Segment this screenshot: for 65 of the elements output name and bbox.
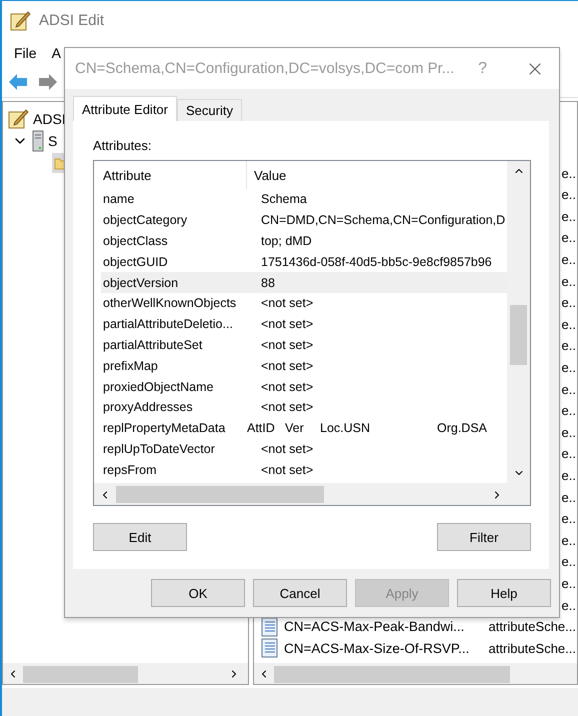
object-type: e.. [562,252,577,268]
edit-button[interactable]: Edit [93,523,187,551]
back-arrow-icon[interactable] [8,72,28,90]
forward-arrow-icon[interactable] [38,72,58,90]
attribute-row[interactable]: objectCategory CN=DMD,CN=Schema,CN=Configuration,D [101,210,507,231]
object-type: attributeSche... [488,640,577,656]
attribute-row[interactable]: name Schema [101,189,507,210]
object-type: e.. [562,554,577,570]
object-type: e.. [562,403,577,418]
object-type: attributeSche... [488,619,577,634]
scrollbar-thumb[interactable] [23,666,138,682]
scrollbar-thumb[interactable] [116,486,324,503]
object-type: e.. [562,468,577,483]
dialog-button[interactable]: OK [151,579,245,607]
column-header[interactable]: Value [247,161,507,189]
object-type: e.. [562,446,577,462]
object-type: e.. [562,187,577,202]
tab[interactable]: Security [177,99,242,121]
attribute-row[interactable]: objectGUID 1751436d-058f-40d5-bb5c-9e8cf9857b96 [101,251,507,272]
menu-item[interactable]: File [14,45,37,61]
object-type: e.. [562,230,577,246]
object-type: e.. [562,274,577,289]
object-type: e.. [562,511,577,526]
window-title: ADSI Edit [39,12,104,29]
tree-item[interactable]: S [48,133,58,149]
object-type: e.. [562,576,577,591]
object-type: e.. [562,532,577,548]
object-type: e.. [562,424,577,440]
attribute-row[interactable]: prefixMap <not set> [101,355,507,376]
object-type: e.. [562,382,577,397]
object-type: e.. [562,338,577,354]
attributes-label: Attributes: [93,138,153,155]
attribute-row[interactable]: partialAttributeSet <not set> [101,334,507,356]
object-type: e.. [562,360,577,375]
tab[interactable]: Attribute Editor [73,96,177,121]
object-name[interactable]: CN=ACS-Max-Peak-Bandwi... [284,619,484,634]
scrollbar-thumb[interactable] [510,305,527,365]
document-icon [260,638,278,658]
app-icon [9,10,31,32]
object-type: e.. [562,208,577,224]
dialog-button[interactable]: Cancel [253,579,347,607]
dialog-title: CN=Schema,CN=Configuration,DC=volsys,DC=com Pr... [75,60,456,77]
dialog-button[interactable]: Help [457,579,551,607]
object-type: e.. [562,166,577,181]
object-type: e.. [562,490,577,505]
filter-button[interactable]: Filter [437,523,531,551]
menu-item[interactable]: A [52,45,61,61]
attribute-row[interactable]: objectVersion 88 [101,272,507,293]
notepad-icon [7,108,29,130]
attribute-row[interactable]: repsFrom <not set> [101,459,507,480]
attribute-row[interactable]: proxiedObjectName <not set> [101,376,507,397]
attribute-row[interactable]: otherWellKnownObjects <not set> [101,292,507,314]
server-icon [32,130,44,152]
attribute-row[interactable]: proxyAddresses <not set> [101,396,507,418]
attribute-row[interactable]: objectClass top; dMD [101,230,507,252]
object-type: e.. [562,316,577,332]
tree-item[interactable]: ADSI [33,111,66,127]
attribute-row[interactable]: replPropertyMetaData AttID Ver Loc.USN Org.DSA [101,418,507,439]
object-type: e.. [562,295,577,310]
object-name[interactable]: CN=ACS-Max-Size-Of-RSVP... [284,640,484,656]
object-type: e.. [562,598,577,613]
scrollbar-thumb[interactable] [274,666,510,682]
attribute-row[interactable]: partialAttributeDeletio... <not set> [101,314,507,335]
column-header[interactable]: Attribute [101,161,247,189]
attribute-row[interactable]: replUpToDateVector <not set> [101,438,507,460]
